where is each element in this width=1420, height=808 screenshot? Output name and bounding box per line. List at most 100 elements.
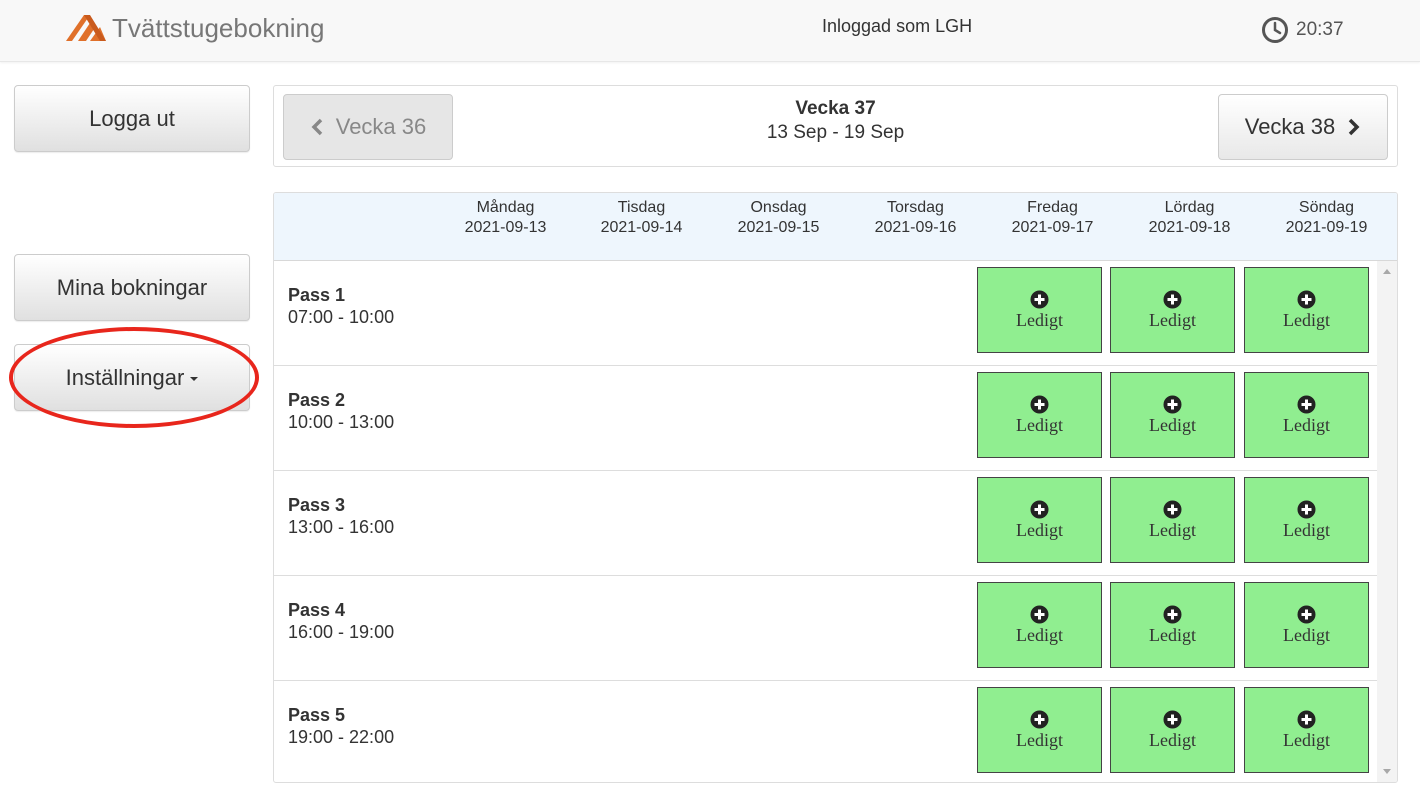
plus-circle-icon bbox=[1163, 395, 1182, 413]
slot-label: Ledigt bbox=[1149, 309, 1196, 330]
pass-name: Pass 2 bbox=[288, 390, 346, 410]
slot-label: Ledigt bbox=[1149, 519, 1196, 540]
slot-saturday[interactable]: Ledigt bbox=[1110, 267, 1235, 353]
slot-sunday[interactable]: Ledigt bbox=[1244, 477, 1369, 563]
plus-circle-icon bbox=[1297, 710, 1316, 728]
brand-logo-icon bbox=[66, 15, 106, 41]
slot-label: Ledigt bbox=[1016, 519, 1063, 540]
schedule-header: Måndag 2021-09-13 Tisdag 2021-09-14 Onsd… bbox=[274, 193, 1397, 261]
slot-label: Ledigt bbox=[1283, 729, 1330, 750]
plus-circle-icon bbox=[1030, 500, 1049, 518]
pass-name: Pass 3 bbox=[288, 495, 346, 515]
logout-button[interactable]: Logga ut bbox=[14, 85, 250, 152]
plus-circle-icon bbox=[1297, 395, 1316, 413]
slot-sunday[interactable]: Ledigt bbox=[1244, 267, 1369, 353]
chevron-right-icon bbox=[1349, 118, 1360, 136]
day-name: Torsdag bbox=[887, 199, 944, 216]
day-name: Måndag bbox=[476, 199, 535, 216]
pass-row: Pass 5 19:00 - 22:00 Ledigt Ledigt Ledig… bbox=[274, 681, 1377, 782]
pass-time: 07:00 - 10:00 bbox=[288, 307, 395, 327]
plus-circle-icon bbox=[1297, 500, 1316, 518]
day-name: Onsdag bbox=[750, 199, 807, 216]
slot-label: Ledigt bbox=[1283, 624, 1330, 645]
plus-circle-icon bbox=[1163, 605, 1182, 623]
plus-circle-icon bbox=[1030, 395, 1049, 413]
plus-circle-icon bbox=[1030, 710, 1049, 728]
day-header-tuesday: Tisdag 2021-09-14 bbox=[573, 198, 710, 238]
day-date: 2021-09-18 bbox=[1148, 219, 1231, 236]
clock-time: 20:37 bbox=[1296, 19, 1344, 40]
day-name: Fredag bbox=[1027, 199, 1078, 216]
day-header-monday: Måndag 2021-09-13 bbox=[437, 198, 574, 238]
slot-friday[interactable]: Ledigt bbox=[977, 582, 1102, 668]
pass-row: Pass 2 10:00 - 13:00 Ledigt Ledigt Ledig… bbox=[274, 366, 1377, 471]
slot-label: Ledigt bbox=[1149, 414, 1196, 435]
plus-circle-icon bbox=[1163, 710, 1182, 728]
slot-sunday[interactable]: Ledigt bbox=[1244, 372, 1369, 458]
slot-label: Ledigt bbox=[1016, 624, 1063, 645]
brand-name: Tvättstugebokning bbox=[112, 12, 325, 43]
caret-down-icon bbox=[190, 377, 199, 381]
clock: 20:37 bbox=[1261, 16, 1344, 44]
pass-time: 19:00 - 22:00 bbox=[288, 727, 395, 747]
pass-row: Pass 1 07:00 - 10:00 Ledigt Ledigt Ledig… bbox=[274, 261, 1377, 366]
day-date: 2021-09-14 bbox=[600, 219, 683, 236]
day-header-friday: Fredag 2021-09-17 bbox=[984, 198, 1121, 238]
day-date: 2021-09-16 bbox=[874, 219, 957, 236]
plus-circle-icon bbox=[1030, 605, 1049, 623]
day-header-saturday: Lördag 2021-09-18 bbox=[1121, 198, 1258, 238]
plus-circle-icon bbox=[1163, 500, 1182, 518]
settings-dropdown-button[interactable]: Inställningar bbox=[14, 344, 250, 411]
plus-circle-icon bbox=[1297, 605, 1316, 623]
slot-friday[interactable]: Ledigt bbox=[977, 267, 1102, 353]
logged-in-status: Inloggad som LGH bbox=[822, 16, 973, 36]
brand[interactable]: Tvättstugebokning bbox=[64, 10, 324, 46]
next-week-button[interactable]: Vecka 38 bbox=[1218, 94, 1388, 160]
plus-circle-icon bbox=[1030, 290, 1049, 308]
pass-label: Pass 5 19:00 - 22:00 bbox=[288, 705, 394, 748]
pass-label: Pass 2 10:00 - 13:00 bbox=[288, 390, 394, 433]
pass-name: Pass 1 bbox=[288, 285, 346, 305]
settings-label: Inställningar bbox=[65, 364, 185, 390]
slot-sunday[interactable]: Ledigt bbox=[1244, 687, 1369, 773]
day-name: Söndag bbox=[1298, 199, 1355, 216]
pass-label: Pass 1 07:00 - 10:00 bbox=[288, 285, 394, 328]
pass-time: 16:00 - 19:00 bbox=[288, 622, 395, 642]
scroll-down-arrow-icon[interactable] bbox=[1383, 769, 1391, 774]
schedule-scrollbar[interactable] bbox=[1377, 261, 1397, 782]
day-date: 2021-09-17 bbox=[1011, 219, 1094, 236]
day-header-wednesday: Onsdag 2021-09-15 bbox=[710, 198, 847, 238]
previous-week-button[interactable]: Vecka 36 bbox=[283, 94, 453, 160]
slot-saturday[interactable]: Ledigt bbox=[1110, 477, 1235, 563]
chevron-left-icon bbox=[311, 118, 322, 136]
pass-row: Pass 3 13:00 - 16:00 Ledigt Ledigt Ledig… bbox=[274, 471, 1377, 576]
pass-row: Pass 4 16:00 - 19:00 Ledigt Ledigt Ledig… bbox=[274, 576, 1377, 681]
slot-label: Ledigt bbox=[1149, 624, 1196, 645]
pass-time: 10:00 - 13:00 bbox=[288, 412, 395, 432]
pass-rows: Pass 1 07:00 - 10:00 Ledigt Ledigt Ledig… bbox=[274, 261, 1377, 782]
day-date: 2021-09-13 bbox=[464, 219, 547, 236]
slot-friday[interactable]: Ledigt bbox=[977, 687, 1102, 773]
previous-week-label: Vecka 36 bbox=[335, 114, 427, 139]
slot-label: Ledigt bbox=[1149, 729, 1196, 750]
slot-saturday[interactable]: Ledigt bbox=[1110, 582, 1235, 668]
pass-name: Pass 5 bbox=[288, 705, 346, 725]
slot-saturday[interactable]: Ledigt bbox=[1110, 372, 1235, 458]
slot-label: Ledigt bbox=[1283, 309, 1330, 330]
slot-label: Ledigt bbox=[1283, 414, 1330, 435]
day-header-thursday: Torsdag 2021-09-16 bbox=[847, 198, 984, 238]
week-navigation: Vecka 36 Vecka 37 13 Sep - 19 Sep Vecka … bbox=[273, 85, 1398, 167]
my-bookings-button[interactable]: Mina bokningar bbox=[14, 254, 250, 321]
scroll-up-arrow-icon[interactable] bbox=[1383, 269, 1391, 274]
pass-label: Pass 4 16:00 - 19:00 bbox=[288, 600, 394, 643]
day-date: 2021-09-15 bbox=[737, 219, 820, 236]
slot-friday[interactable]: Ledigt bbox=[977, 372, 1102, 458]
day-date: 2021-09-19 bbox=[1285, 219, 1368, 236]
plus-circle-icon bbox=[1297, 290, 1316, 308]
slot-friday[interactable]: Ledigt bbox=[977, 477, 1102, 563]
slot-sunday[interactable]: Ledigt bbox=[1244, 582, 1369, 668]
slot-label: Ledigt bbox=[1016, 309, 1063, 330]
plus-circle-icon bbox=[1163, 290, 1182, 308]
day-header-sunday: Söndag 2021-09-19 bbox=[1258, 198, 1395, 238]
slot-saturday[interactable]: Ledigt bbox=[1110, 687, 1235, 773]
